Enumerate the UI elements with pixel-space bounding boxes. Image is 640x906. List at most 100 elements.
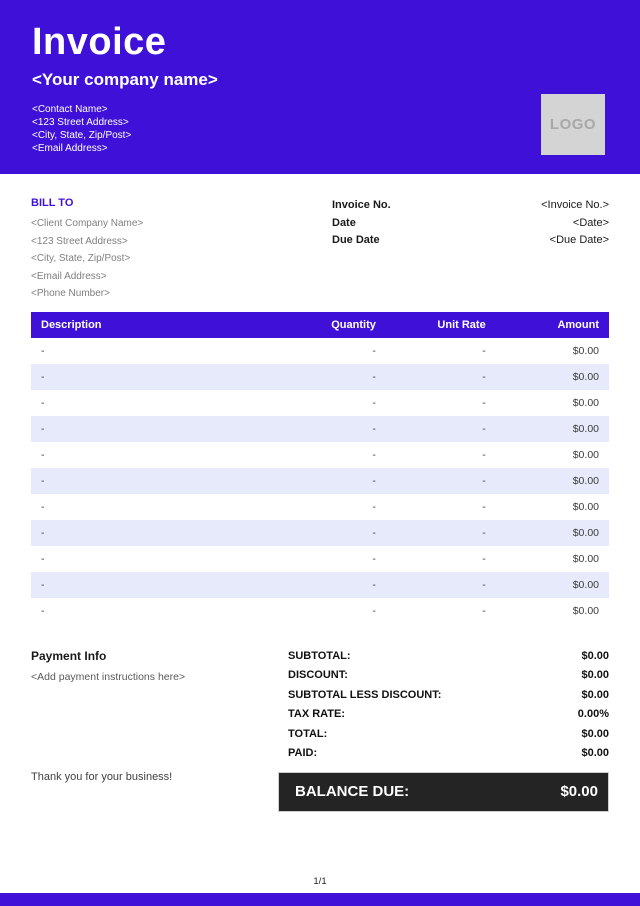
cell-quantity: - xyxy=(262,572,386,598)
cell-description: - xyxy=(31,338,262,364)
logo-placeholder: LOGO xyxy=(541,94,605,155)
company-contact-line: <City, State, Zip/Post> xyxy=(32,129,608,142)
column-header-amount: Amount xyxy=(496,312,609,338)
table-row: - - - $0.00 xyxy=(31,416,609,442)
cell-amount: $0.00 xyxy=(496,338,609,364)
totals-row-value: $0.00 xyxy=(581,666,609,686)
cell-quantity: - xyxy=(262,598,386,624)
totals-block: SUBTOTAL: $0.00 DISCOUNT: $0.00 SUBTOTAL… xyxy=(278,647,609,812)
cell-amount: $0.00 xyxy=(496,416,609,442)
balance-due-label: BALANCE DUE: xyxy=(295,783,409,800)
cell-description: - xyxy=(31,598,262,624)
cell-unit-rate: - xyxy=(386,364,496,390)
cell-amount: $0.00 xyxy=(496,442,609,468)
header-banner: Invoice <Your company name> <Contact Nam… xyxy=(0,0,640,174)
totals-row-value: $0.00 xyxy=(581,744,609,764)
cell-description: - xyxy=(31,416,262,442)
cell-description: - xyxy=(31,390,262,416)
billing-meta-section: BILL TO <Client Company Name> <123 Stree… xyxy=(31,196,609,303)
column-header-description: Description xyxy=(31,312,262,338)
totals-row: TOTAL: $0.00 xyxy=(288,725,609,745)
totals-row-label: TAX RATE: xyxy=(288,705,345,725)
invoice-meta-value: <Due Date> xyxy=(550,232,609,250)
cell-amount: $0.00 xyxy=(496,598,609,624)
totals-row-value: $0.00 xyxy=(581,725,609,745)
totals-row: TAX RATE: 0.00% xyxy=(288,705,609,725)
cell-amount: $0.00 xyxy=(496,546,609,572)
balance-due-bar: BALANCE DUE: $0.00 xyxy=(278,772,609,812)
invoice-page: Invoice <Your company name> <Contact Nam… xyxy=(0,0,640,906)
cell-amount: $0.00 xyxy=(496,520,609,546)
cell-unit-rate: - xyxy=(386,598,496,624)
cell-quantity: - xyxy=(262,494,386,520)
bill-to-line: <Phone Number> xyxy=(31,285,143,303)
bill-to-line: <City, State, Zip/Post> xyxy=(31,250,143,268)
line-items-table: Description Quantity Unit Rate Amount - … xyxy=(31,312,609,624)
totals-row-value: 0.00% xyxy=(578,705,609,725)
cell-description: - xyxy=(31,494,262,520)
page-indicator: 1/1 xyxy=(0,876,640,887)
totals-row-label: PAID: xyxy=(288,744,317,764)
invoice-meta-label: Date xyxy=(332,215,356,233)
totals-row-value: $0.00 xyxy=(581,686,609,706)
table-row: - - - $0.00 xyxy=(31,520,609,546)
column-header-quantity: Quantity xyxy=(262,312,386,338)
cell-quantity: - xyxy=(262,416,386,442)
invoice-meta-row: Date <Date> xyxy=(332,215,609,233)
company-contact-line: <Email Address> xyxy=(32,142,608,155)
bill-to-label: BILL TO xyxy=(31,196,143,210)
totals-row-label: DISCOUNT: xyxy=(288,666,348,686)
logo-label: LOGO xyxy=(550,116,596,133)
cell-description: - xyxy=(31,442,262,468)
cell-unit-rate: - xyxy=(386,468,496,494)
cell-quantity: - xyxy=(262,364,386,390)
totals-row-label: SUBTOTAL LESS DISCOUNT: xyxy=(288,686,441,706)
bill-to-lines: <Client Company Name> <123 Street Addres… xyxy=(31,215,143,303)
payment-info-block: Payment Info <Add payment instructions h… xyxy=(31,647,278,812)
cell-quantity: - xyxy=(262,442,386,468)
invoice-meta-label: Invoice No. xyxy=(332,197,391,215)
invoice-meta-block: Invoice No. <Invoice No.> Date <Date> Du… xyxy=(332,196,609,303)
cell-unit-rate: - xyxy=(386,338,496,364)
table-row: - - - $0.00 xyxy=(31,572,609,598)
bill-to-line: <Client Company Name> xyxy=(31,215,143,233)
table-row: - - - $0.00 xyxy=(31,442,609,468)
cell-amount: $0.00 xyxy=(496,468,609,494)
company-contact-line: <123 Street Address> xyxy=(32,116,608,129)
column-header-unit-rate: Unit Rate xyxy=(386,312,496,338)
cell-description: - xyxy=(31,546,262,572)
table-row: - - - $0.00 xyxy=(31,338,609,364)
totals-rows: SUBTOTAL: $0.00 DISCOUNT: $0.00 SUBTOTAL… xyxy=(278,647,609,764)
totals-row: SUBTOTAL: $0.00 xyxy=(288,647,609,667)
table-row: - - - $0.00 xyxy=(31,598,609,624)
cell-unit-rate: - xyxy=(386,442,496,468)
invoice-meta-row: Due Date <Due Date> xyxy=(332,232,609,250)
totals-row-value: $0.00 xyxy=(581,647,609,667)
cell-quantity: - xyxy=(262,468,386,494)
thank-you-note: Thank you for your business! xyxy=(31,770,278,784)
totals-row: PAID: $0.00 xyxy=(288,744,609,764)
cell-amount: $0.00 xyxy=(496,572,609,598)
cell-amount: $0.00 xyxy=(496,364,609,390)
balance-due-value: $0.00 xyxy=(560,783,598,800)
invoice-meta-value: <Invoice No.> xyxy=(541,197,609,215)
cell-description: - xyxy=(31,364,262,390)
totals-row: SUBTOTAL LESS DISCOUNT: $0.00 xyxy=(288,686,609,706)
invoice-meta-label: Due Date xyxy=(332,232,380,250)
cell-amount: $0.00 xyxy=(496,390,609,416)
line-items-header-row: Description Quantity Unit Rate Amount xyxy=(31,312,609,338)
table-row: - - - $0.00 xyxy=(31,546,609,572)
cell-unit-rate: - xyxy=(386,572,496,598)
footer-accent-bar xyxy=(0,893,640,906)
table-row: - - - $0.00 xyxy=(31,390,609,416)
cell-quantity: - xyxy=(262,338,386,364)
table-row: - - - $0.00 xyxy=(31,494,609,520)
cell-unit-rate: - xyxy=(386,520,496,546)
payment-instructions: <Add payment instructions here> xyxy=(31,671,278,684)
totals-row-label: SUBTOTAL: xyxy=(288,647,351,667)
bill-to-block: BILL TO <Client Company Name> <123 Stree… xyxy=(31,196,143,303)
cell-unit-rate: - xyxy=(386,416,496,442)
cell-amount: $0.00 xyxy=(496,494,609,520)
cell-description: - xyxy=(31,572,262,598)
cell-quantity: - xyxy=(262,520,386,546)
